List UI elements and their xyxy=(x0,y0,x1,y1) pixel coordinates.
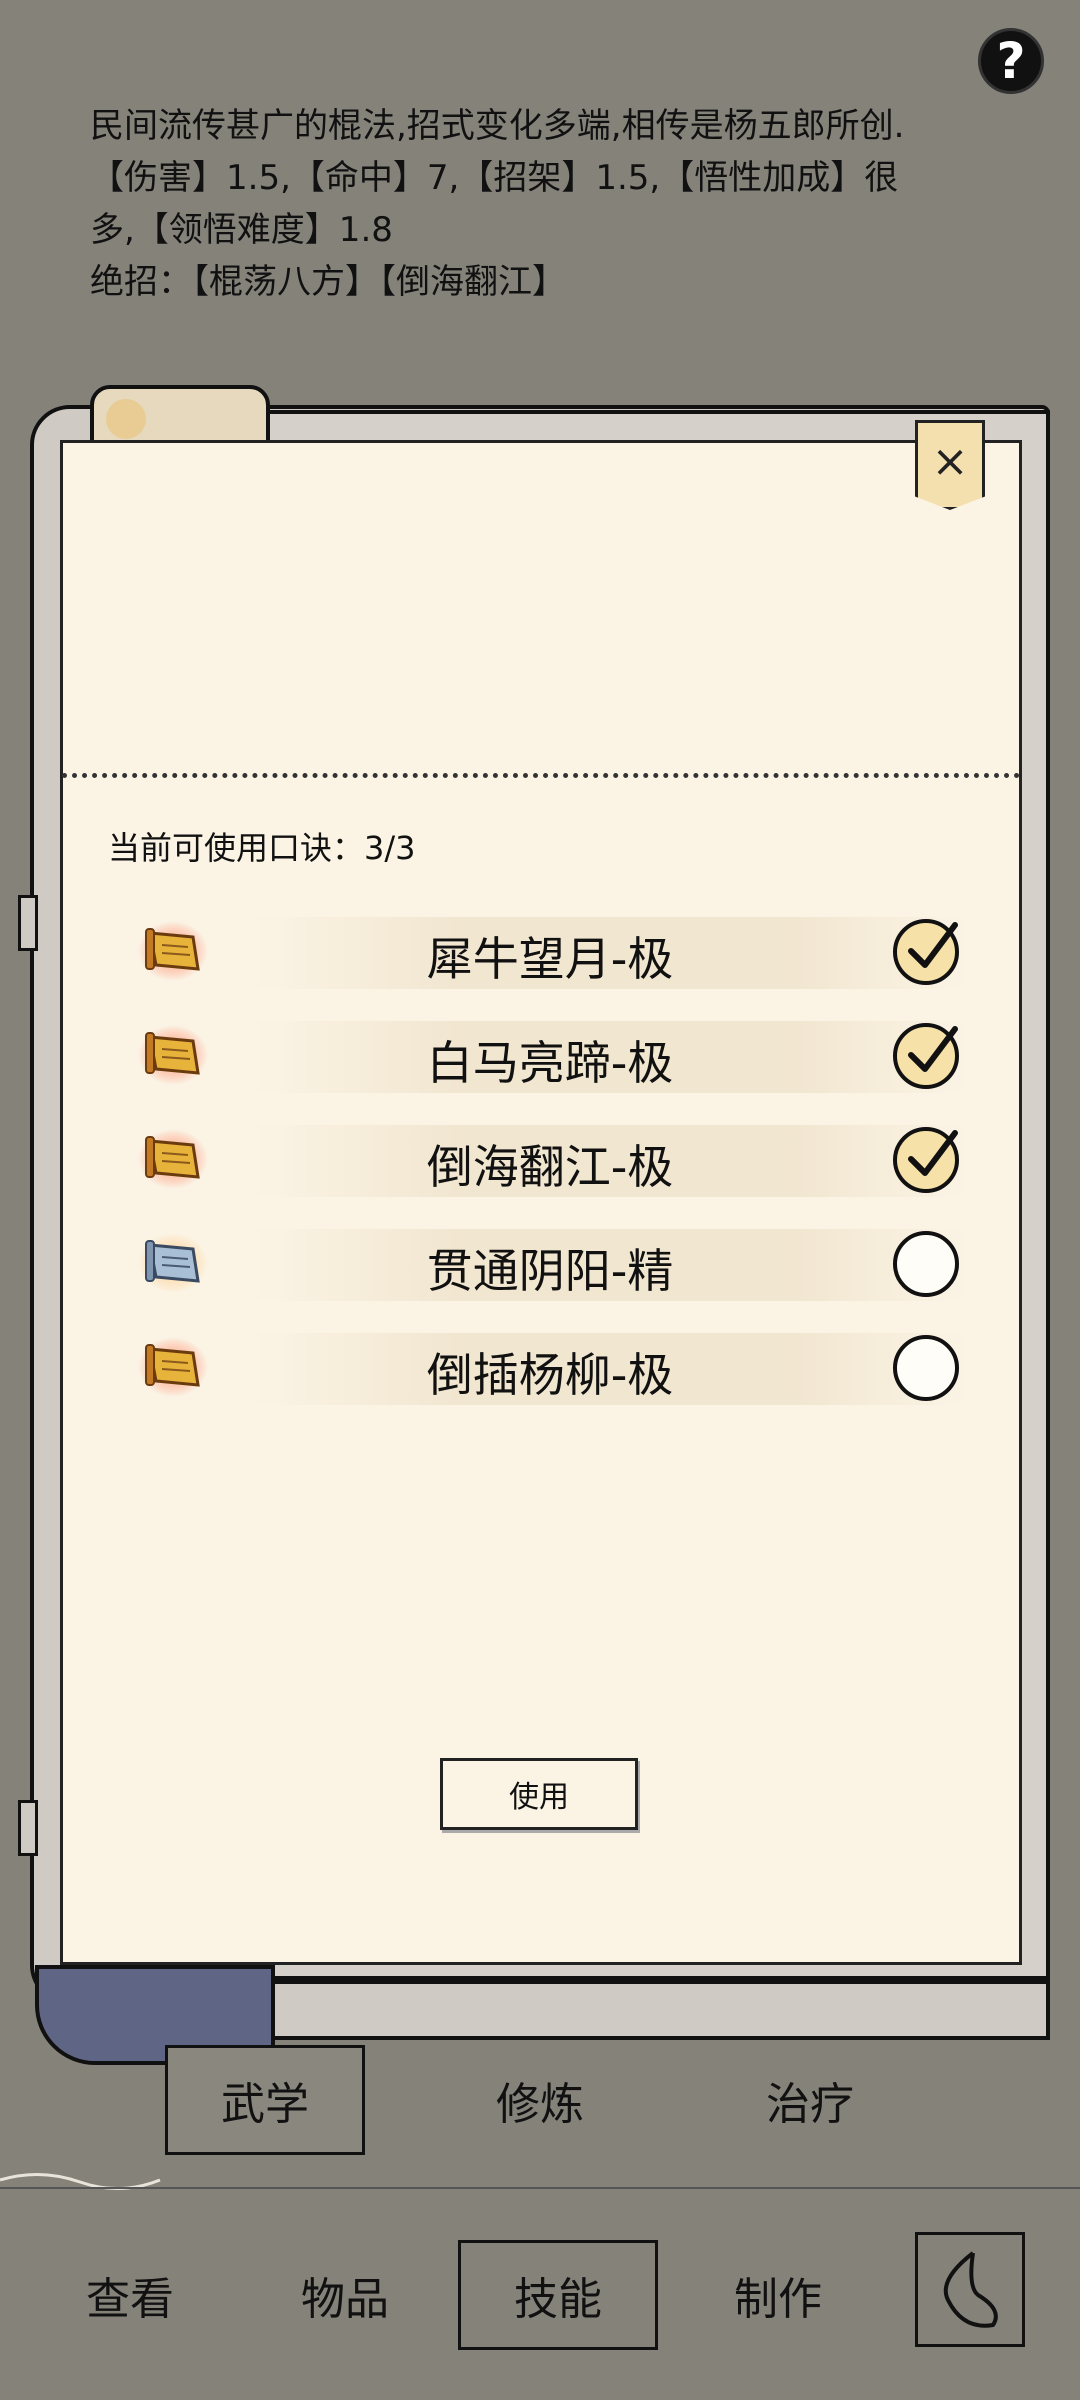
nav-crafting[interactable]: 制作 xyxy=(678,2240,878,2350)
nav-items[interactable]: 物品 xyxy=(245,2240,445,2350)
decorative-divider xyxy=(0,2173,1080,2190)
use-button[interactable]: 使用 xyxy=(440,1758,638,1830)
scroll-bottom-bar xyxy=(265,1980,1050,2040)
mantra-dialog xyxy=(60,440,1022,1965)
mantra-row[interactable]: 白马亮蹄-极 xyxy=(130,1017,970,1097)
mantra-name: 贯通阴阳-精 xyxy=(426,1244,674,1298)
mantra-checkbox[interactable] xyxy=(893,1231,959,1297)
checkmark-icon xyxy=(908,922,958,968)
subtab-healing[interactable]: 治疗 xyxy=(710,2045,910,2155)
mantra-name: 犀牛望月-极 xyxy=(426,932,674,986)
nav-view[interactable]: 查看 xyxy=(30,2240,230,2350)
description-line: 【伤害】1.5,【命中】7,【招架】1.5,【悟性加成】很 xyxy=(90,158,899,198)
mantra-name: 倒海翻江-极 xyxy=(426,1140,674,1194)
help-button[interactable]: ? xyxy=(978,28,1044,94)
checkmark-icon xyxy=(908,1026,958,1072)
close-button[interactable]: × xyxy=(915,420,985,510)
description-line: 多,【领悟难度】1.8 xyxy=(90,210,393,250)
question-mark-icon: ? xyxy=(996,32,1026,90)
nav-skills[interactable]: 技能 xyxy=(458,2240,658,2350)
mantra-name: 白马亮蹄-极 xyxy=(426,1036,674,1090)
subtab-cultivation[interactable]: 修炼 xyxy=(440,2045,640,2155)
dotted-divider xyxy=(62,773,1020,778)
mantra-checkbox[interactable] xyxy=(893,919,959,985)
back-button[interactable] xyxy=(915,2232,1025,2347)
description-line: 民间流传甚广的棍法,招式变化多端,相传是杨五郎所创. xyxy=(90,106,905,146)
mantra-name: 倒插杨柳-极 xyxy=(426,1348,674,1402)
close-icon: × xyxy=(931,436,969,487)
checkmark-icon xyxy=(908,1130,958,1176)
description-line: 绝招：【棍荡八方】【倒海翻江】 xyxy=(90,262,566,302)
mantra-row[interactable]: 犀牛望月-极 xyxy=(130,913,970,993)
skill-description: 民间流传甚广的棍法,招式变化多端,相传是杨五郎所创. 【伤害】1.5,【命中】7… xyxy=(90,100,990,308)
back-arrow-icon xyxy=(943,2251,998,2328)
mantra-row[interactable]: 倒插杨柳-极 xyxy=(130,1329,970,1409)
mantra-checkbox[interactable] xyxy=(893,1335,959,1401)
mantra-checkbox[interactable] xyxy=(893,1127,959,1193)
mantra-row[interactable]: 倒海翻江-极 xyxy=(130,1121,970,1201)
subtab-martial-arts[interactable]: 武学 xyxy=(165,2045,365,2155)
mantra-slot-count: 当前可使用口诀：3/3 xyxy=(108,829,416,867)
mantra-checkbox[interactable] xyxy=(893,1023,959,1089)
mantra-row[interactable]: 贯通阴阳-精 xyxy=(130,1225,970,1305)
scroll-side-tab xyxy=(18,1800,38,1856)
scroll-side-tab xyxy=(18,895,38,951)
